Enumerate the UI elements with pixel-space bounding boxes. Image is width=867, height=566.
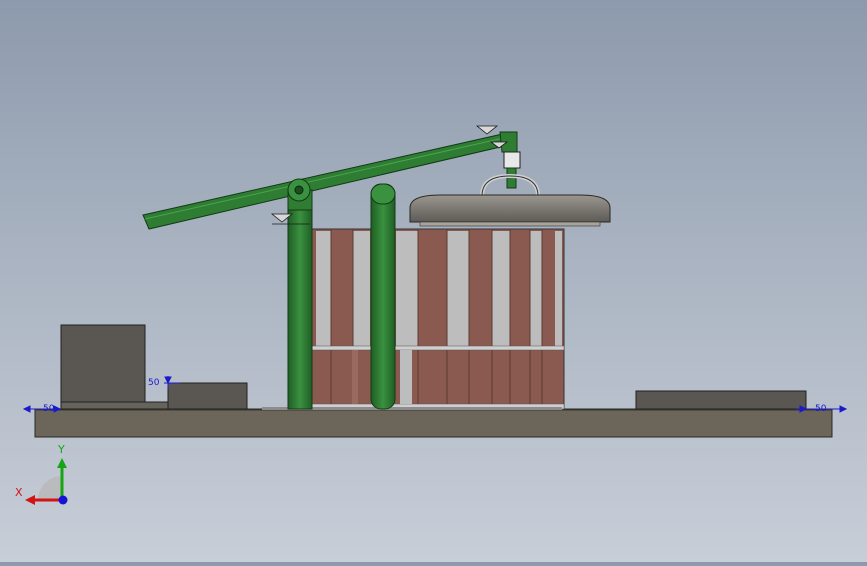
cad-viewport[interactable]: 50 50 50 Y X <box>0 0 867 562</box>
left-pillar[interactable] <box>287 202 313 410</box>
triad-x-label: X <box>15 486 23 499</box>
right-block[interactable] <box>635 390 807 410</box>
pivot-joint[interactable] <box>287 178 313 211</box>
coordinate-triad <box>25 458 68 505</box>
left-block[interactable] <box>60 324 146 410</box>
dimension-label-left-height: 50 <box>148 378 160 388</box>
left-small-block[interactable] <box>167 382 248 410</box>
triad-y-label: Y <box>58 443 65 456</box>
model-view[interactable] <box>0 0 867 562</box>
center-pillar[interactable] <box>370 183 396 410</box>
drum-lid[interactable] <box>409 194 611 227</box>
dimension-label-right-base: 50 <box>815 404 827 414</box>
base-slab[interactable] <box>34 408 833 438</box>
hook-assembly[interactable] <box>480 151 540 197</box>
dimension-label-left-base: 50 <box>43 404 55 414</box>
